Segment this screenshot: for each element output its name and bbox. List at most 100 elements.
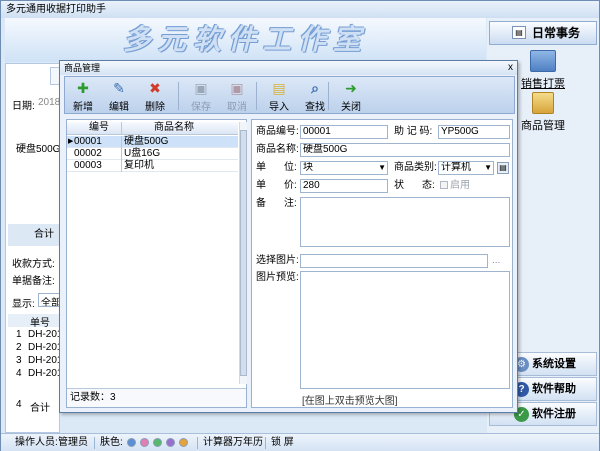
background-form: 日期: 2018 硬盘500G 合计 收款方式: 单据备注: 显示: 全部 单号… xyxy=(5,63,62,433)
unit-select[interactable]: 块 ▼ xyxy=(300,161,388,175)
col-name[interactable]: 商品名称 xyxy=(154,122,194,134)
preview-hint: [在图上双击预览大图] xyxy=(302,396,398,407)
skin-label: 肤色: xyxy=(100,437,123,448)
status-label-a: 状 xyxy=(394,180,404,191)
grid-row-value[interactable]: DH-201 xyxy=(28,342,62,353)
toolbar-divider xyxy=(178,82,179,110)
mnemonic-field[interactable]: YP500G xyxy=(438,125,510,139)
list-scrollbar[interactable] xyxy=(239,122,247,384)
note-label-b: 注: xyxy=(284,198,297,209)
divider xyxy=(197,437,198,449)
register-label: 软件注册 xyxy=(532,408,576,420)
main-window: 多元通用收据打印助手 多元软件工作室 日期: 2018 硬盘500G 合计 收款… xyxy=(0,0,600,451)
grid-row-number: 2 xyxy=(16,342,22,353)
category-edit-icon[interactable]: ▤ xyxy=(497,162,509,174)
toolbar-cancel-button[interactable]: ▣ 取消 xyxy=(219,79,255,114)
grid-header: 单号 xyxy=(8,314,59,327)
grid-row-number: 1 xyxy=(16,329,22,340)
display-label: 显示: xyxy=(12,299,35,310)
skin-color-swatch[interactable] xyxy=(166,438,175,447)
product-list: 编号 商品名称 ▶ 00001 硬盘500G 00002 U盘16G 00003 复印机 记… xyxy=(66,119,247,408)
edit-icon: ✎ xyxy=(113,80,125,96)
product-form: 商品编号: 00001 助 记 码: YP500G 商品名称: 硬盘500G 单… xyxy=(251,119,513,408)
category-select[interactable]: 计算机 ▼ xyxy=(438,161,494,175)
toolbar: ✚ 新增 ✎ 编辑 ✖ 删除 ▣ 保存 ▣ 取消 ▤ 导入 ⌕ 查找 ➜ 关闭 xyxy=(64,76,515,114)
grid-row-value[interactable]: DH-201 xyxy=(28,368,62,379)
plus-icon: ✚ xyxy=(77,80,89,96)
box-icon xyxy=(532,92,554,114)
toolbar-edit-button[interactable]: ✎ 编辑 xyxy=(101,79,137,114)
name-label: 商品名称: xyxy=(256,144,299,155)
col-code[interactable]: 编号 xyxy=(89,122,109,134)
calculator-link[interactable]: 计算器 xyxy=(203,434,233,451)
col-divider xyxy=(121,160,122,172)
grid-row-value[interactable]: DH-201 xyxy=(28,329,62,340)
cancel-icon: ▣ xyxy=(230,80,244,96)
checkbox-icon xyxy=(440,181,448,189)
list-row[interactable]: 00002 U盘16G xyxy=(67,148,238,160)
list-row[interactable]: 00003 复印机 xyxy=(67,160,238,172)
note-label-a: 备 xyxy=(256,198,266,209)
category-value: 计算机 xyxy=(441,162,471,173)
grid-row-number: 4 xyxy=(16,368,22,379)
unit-label-b: 位: xyxy=(284,162,297,173)
grid-row-value[interactable]: DH-201 xyxy=(28,355,62,366)
toolbar-save-button[interactable]: ▣ 保存 xyxy=(183,79,219,114)
toolbar-import-button[interactable]: ▤ 导入 xyxy=(261,79,297,114)
browse-button[interactable]: ... xyxy=(492,254,500,268)
scroll-thumb[interactable] xyxy=(240,130,247,376)
image-label: 选择图片: xyxy=(256,255,299,266)
code-field[interactable]: 00001 xyxy=(300,125,388,139)
unit-label-a: 单 xyxy=(256,162,266,173)
toolbar-delete-button[interactable]: ✖ 删除 xyxy=(137,79,173,114)
col-divider xyxy=(121,136,122,148)
name-field[interactable]: 硬盘500G xyxy=(300,143,510,157)
window-title: 多元通用收据打印助手 xyxy=(1,1,599,18)
close-icon[interactable]: x xyxy=(508,61,513,74)
grid-total: 合计 xyxy=(30,403,50,414)
display-select[interactable]: 全部 xyxy=(38,293,60,307)
skin-color-swatch[interactable] xyxy=(153,438,162,447)
toolbar-label: 删除 xyxy=(145,102,165,113)
toolbar-plus-button[interactable]: ✚ 新增 xyxy=(65,79,101,114)
save-icon: ▣ xyxy=(194,80,208,96)
lock-link[interactable]: 锁 屏 xyxy=(271,434,294,451)
help-label: 软件帮助 xyxy=(532,383,576,395)
skin-color-swatch[interactable] xyxy=(127,438,136,447)
toolbar-label: 查找 xyxy=(305,102,325,113)
row-code: 00002 xyxy=(74,148,102,159)
chevron-down-icon: ▼ xyxy=(378,163,386,172)
calendar-link[interactable]: 万年历 xyxy=(233,434,263,451)
status-option: 启用 xyxy=(450,180,470,191)
date-value[interactable]: 2018 xyxy=(38,97,60,108)
nav-header[interactable]: ▤ 日常事务 xyxy=(489,21,597,45)
toolbar-label: 编辑 xyxy=(109,102,129,113)
row-code: 00003 xyxy=(74,160,102,171)
image-preview[interactable] xyxy=(300,271,510,389)
note-field[interactable] xyxy=(300,197,510,247)
list-row[interactable]: ▶ 00001 硬盘500G xyxy=(67,136,238,148)
row-name: U盘16G xyxy=(124,148,161,159)
toolbar-divider xyxy=(256,82,257,110)
col-divider xyxy=(121,148,122,160)
col-divider xyxy=(121,122,122,134)
toolbar-exit-button[interactable]: ➜ 关闭 xyxy=(333,79,369,114)
mnemonic-label: 助 记 码: xyxy=(394,126,433,137)
row-pointer-icon: ▶ xyxy=(68,138,74,145)
printer-icon xyxy=(530,50,556,72)
price-field[interactable]: 280 xyxy=(300,179,388,193)
dialog-title: 商品管理 x xyxy=(60,61,517,75)
bg-item-name: 硬盘500G xyxy=(16,144,61,155)
skin-color-swatch[interactable] xyxy=(179,438,188,447)
exit-icon: ➜ xyxy=(345,80,357,96)
dialog-title-text: 商品管理 xyxy=(64,63,101,73)
skin-color-swatch[interactable] xyxy=(140,438,149,447)
price-label-b: 价: xyxy=(284,180,297,191)
toolbar-label: 新增 xyxy=(73,102,93,113)
total-tab[interactable]: 合计 xyxy=(8,224,59,246)
image-path-field[interactable] xyxy=(300,254,488,268)
product-dialog: 商品管理 x ✚ 新增 ✎ 编辑 ✖ 删除 ▣ 保存 ▣ 取消 ▤ 导入 ⌕ 查找 ➜ 关闭 编号 商品名称 … xyxy=(59,60,518,413)
preview-label: 图片预览: xyxy=(256,272,299,283)
row-name: 硬盘500G xyxy=(124,136,169,147)
status-checkbox[interactable]: 启用 xyxy=(440,179,470,193)
